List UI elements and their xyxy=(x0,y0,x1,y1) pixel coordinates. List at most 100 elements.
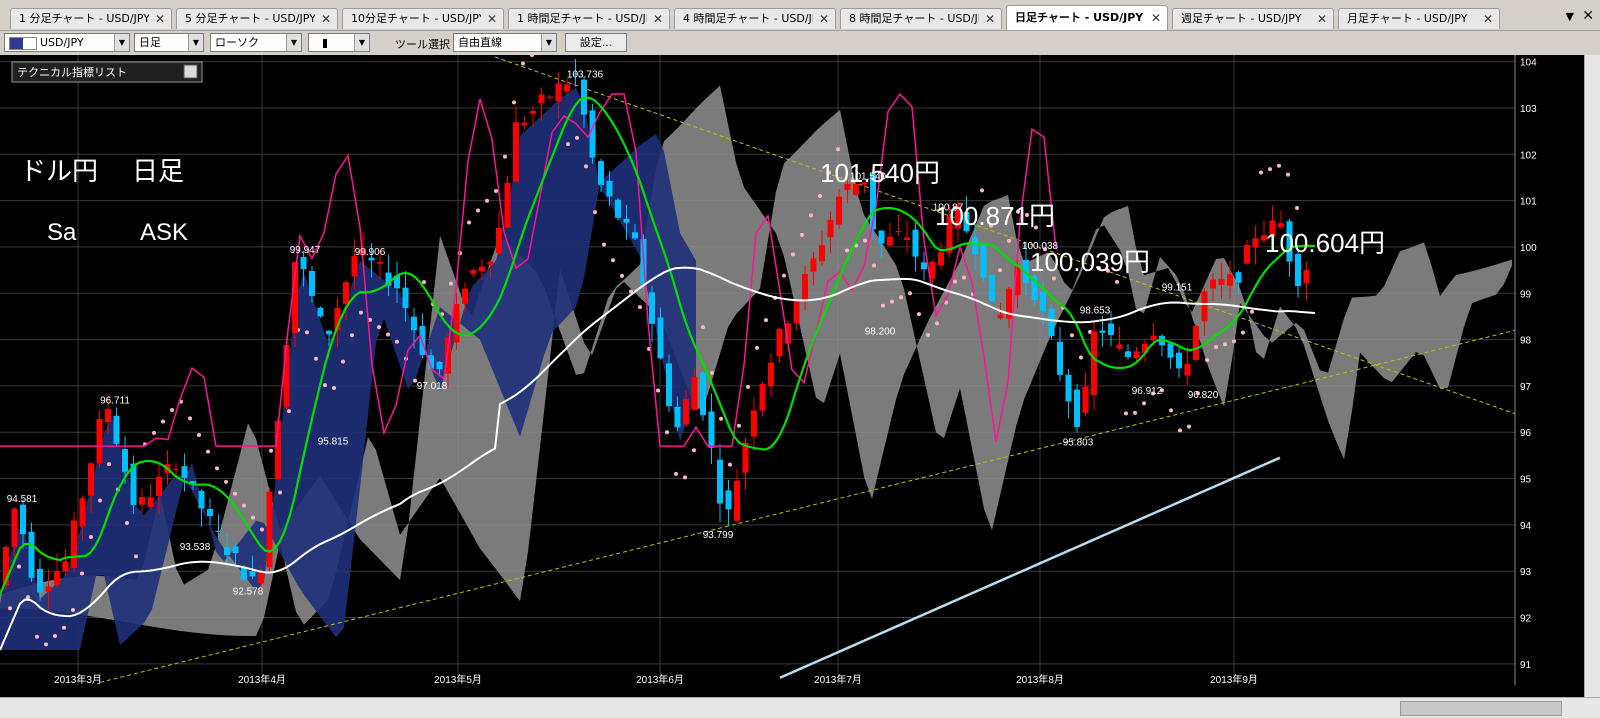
candle-body xyxy=(470,269,477,274)
candle-body xyxy=(1176,352,1182,369)
chart-style-select[interactable]: ローソク ▼ xyxy=(210,33,302,52)
overlay-account: Sa xyxy=(47,219,77,246)
tab-menu-icon[interactable]: ▼ xyxy=(1566,10,1574,23)
close-icon[interactable]: ✕ xyxy=(155,9,165,29)
tab-4[interactable]: 1 時間足チャート - USD/JPY ✕ xyxy=(508,8,670,29)
parabolic-dot xyxy=(764,318,768,323)
parabolic-dot xyxy=(674,471,678,476)
parabolic-dot xyxy=(782,273,786,278)
tab-9[interactable]: 月足チャート - USD/JPY ✕ xyxy=(1338,8,1500,29)
parabolic-dot xyxy=(188,416,192,421)
close-icon[interactable]: ✕ xyxy=(985,9,995,29)
candle-body xyxy=(1252,238,1259,248)
candle-body xyxy=(20,504,26,535)
price-callout: 101.540円 xyxy=(820,158,940,188)
close-icon[interactable]: ✕ xyxy=(321,9,331,29)
candle-body xyxy=(105,409,111,423)
scrollbar-thumb[interactable] xyxy=(1400,701,1562,716)
parabolic-dot xyxy=(494,189,498,194)
tab-bar: 1 分足チャート - USD/JPY ✕ 5 分足チャート - USD/JPY ✕ 10… xyxy=(0,0,1600,31)
parabolic-dot xyxy=(1124,411,1128,416)
candle-body xyxy=(71,520,77,569)
parabolic-dot xyxy=(1007,238,1011,243)
window-close-icon[interactable]: ✕ xyxy=(1582,8,1594,24)
candle-body xyxy=(521,122,528,126)
candle-body xyxy=(810,258,817,272)
candle-body xyxy=(453,304,460,343)
candle-body xyxy=(1057,341,1063,375)
candle-body xyxy=(802,274,808,301)
candle-body xyxy=(708,411,715,448)
parabolic-dot xyxy=(53,634,57,639)
parabolic-dot xyxy=(485,198,489,203)
candle-body xyxy=(759,383,766,411)
candle-body xyxy=(1116,344,1123,349)
parabolic-dot xyxy=(1187,424,1191,429)
candle-body xyxy=(45,586,52,592)
price-label: 99.906 xyxy=(355,247,386,258)
candle-body xyxy=(1108,323,1114,335)
parabolic-dot xyxy=(755,345,759,350)
candle-body xyxy=(1082,386,1089,413)
settings-button[interactable]: 設定... xyxy=(565,33,627,52)
vertical-scrollbar[interactable] xyxy=(1584,55,1600,697)
tab-7[interactable]: 日足チャート - USD/JPY ✕ xyxy=(1006,5,1168,30)
parabolic-dot xyxy=(998,268,1002,273)
candle-body xyxy=(79,498,86,527)
tab-2[interactable]: 5 分足チャート - USD/JPY ✕ xyxy=(176,8,338,29)
symbol-select[interactable]: USD/JPY ▼ xyxy=(4,33,130,52)
price-chart[interactable]: 104 103 102 101 100 99 98 97 96 95 94 93 92 91 2013年3月… xyxy=(0,55,1600,697)
parabolic-dot xyxy=(845,248,849,253)
candle-body xyxy=(266,491,273,568)
parabolic-dot xyxy=(638,305,642,310)
timeframe-select[interactable]: 日足 ▼ xyxy=(134,33,204,52)
tool-label: ツール選択 xyxy=(395,38,450,51)
parabolic-dot xyxy=(17,564,21,569)
y-tick-label: 92 xyxy=(1520,614,1532,625)
candle-body xyxy=(139,497,145,505)
candle-body xyxy=(411,316,417,331)
tab-5[interactable]: 4 時間足チャート - USD/JPY ✕ xyxy=(674,8,836,29)
tab-6[interactable]: 8 時間足チャート - USD/JPY ✕ xyxy=(840,8,1002,29)
candle-body xyxy=(215,530,222,533)
candle-body xyxy=(96,419,103,464)
candle-color-select[interactable]: ▼ xyxy=(308,33,370,52)
chart-toolbar: USD/JPY ▼ 日足 ▼ ローソク ▼ ▼ ツール選択 自由直線 ▼ 設定.… xyxy=(0,31,1600,55)
candle-body xyxy=(326,330,332,335)
tool-select[interactable]: 自由直線 ▼ xyxy=(453,33,557,52)
candle-body xyxy=(912,229,919,257)
parabolic-dot xyxy=(521,61,525,66)
candle-body xyxy=(283,345,290,408)
parabolic-dot xyxy=(683,475,687,480)
tab-label: 1 時間足チャート - USD/JPY xyxy=(517,12,647,25)
parabolic-dot xyxy=(863,238,867,243)
y-tick-label: 97 xyxy=(1520,382,1532,393)
parabolic-dot xyxy=(1205,357,1209,362)
parabolic-dot xyxy=(62,625,66,630)
y-tick-label: 104 xyxy=(1520,58,1537,69)
candle-body xyxy=(989,274,995,302)
tab-3[interactable]: 10分足チャート - USD/JPY ✕ xyxy=(342,8,504,29)
tab-1[interactable]: 1 分足チャート - USD/JPY ✕ xyxy=(10,8,172,29)
parabolic-dot xyxy=(386,332,390,337)
close-icon[interactable]: ✕ xyxy=(1151,6,1161,30)
close-icon[interactable]: ✕ xyxy=(1317,9,1327,29)
candle-body xyxy=(11,508,18,547)
parabolic-dot xyxy=(8,606,12,611)
tool-value: 自由直線 xyxy=(458,36,502,49)
parabolic-dot xyxy=(1286,172,1290,177)
candle-body xyxy=(300,256,307,270)
candle-icon xyxy=(323,38,327,48)
horizontal-scrollbar[interactable] xyxy=(0,697,1600,718)
close-icon[interactable]: ✕ xyxy=(819,9,829,29)
candle-body xyxy=(734,480,740,521)
parabolic-dot xyxy=(359,310,363,315)
price-label: 98.653 xyxy=(1080,305,1111,316)
candle-body xyxy=(173,468,179,470)
close-icon[interactable]: ✕ xyxy=(487,9,497,29)
parabolic-dot xyxy=(1250,309,1254,314)
y-tick-label: 93 xyxy=(1520,567,1532,578)
tab-8[interactable]: 週足チャート - USD/JPY ✕ xyxy=(1172,8,1334,29)
close-icon[interactable]: ✕ xyxy=(653,9,663,29)
close-icon[interactable]: ✕ xyxy=(1483,9,1493,29)
